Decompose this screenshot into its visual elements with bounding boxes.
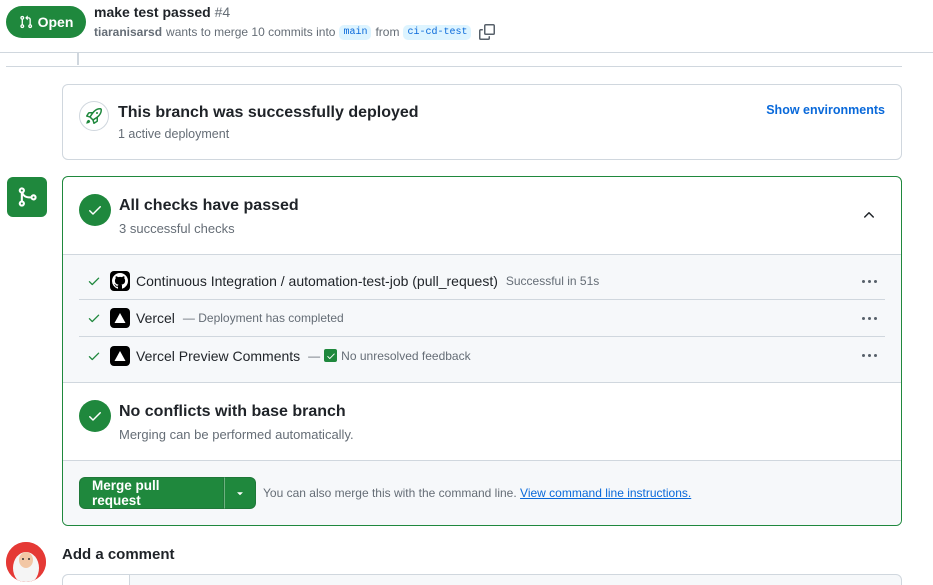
deployment-icon-wrap bbox=[79, 101, 109, 131]
pr-state-label: Open bbox=[37, 14, 74, 30]
kebab-icon[interactable] bbox=[857, 309, 881, 327]
check-icon bbox=[89, 412, 101, 421]
merge-status-icon bbox=[7, 177, 47, 217]
rocket-icon bbox=[86, 108, 102, 124]
tab-write[interactable] bbox=[63, 575, 130, 585]
check-description: Successful in 51s bbox=[505, 274, 600, 288]
check-description: — Deployment has completed bbox=[182, 311, 344, 325]
command-line-instructions-link[interactable]: View command line instructions. bbox=[520, 486, 691, 500]
head-branch[interactable]: ci-cd-test bbox=[403, 24, 472, 40]
merge-pull-request-button[interactable]: Merge pull request bbox=[79, 477, 224, 509]
kebab-icon[interactable] bbox=[857, 272, 881, 290]
check-icon bbox=[88, 277, 100, 286]
merge-hint-text: You can also merge this with the command… bbox=[263, 486, 517, 500]
chevron-up-icon[interactable] bbox=[861, 207, 877, 223]
merge-options-dropdown[interactable] bbox=[224, 477, 256, 509]
pr-meta-text: wants to merge 10 commits into bbox=[166, 25, 336, 39]
checks-passed-icon bbox=[79, 194, 111, 226]
conflicts-title: No conflicts with base branch bbox=[119, 403, 346, 420]
checks-subtitle: 3 successful checks bbox=[119, 221, 235, 236]
base-branch[interactable]: main bbox=[339, 24, 372, 40]
pr-number: #4 bbox=[214, 4, 231, 20]
deployment-box: This branch was successfully deployed 1 … bbox=[62, 84, 902, 160]
check-description: — No unresolved feedback bbox=[308, 349, 470, 363]
vercel-icon bbox=[110, 308, 130, 328]
checks-header[interactable]: All checks have passed 3 successful chec… bbox=[63, 177, 901, 255]
merge-hint: You can also merge this with the command… bbox=[263, 486, 691, 500]
pr-meta: tiaranisarsd wants to merge 10 commits i… bbox=[94, 24, 496, 40]
add-comment-heading: Add a comment bbox=[62, 546, 175, 563]
deployment-subtitle: 1 active deployment bbox=[118, 127, 230, 141]
check-icon bbox=[89, 206, 101, 215]
merge-button-group: Merge pull request bbox=[79, 477, 256, 509]
pr-title-text: make test passed bbox=[94, 4, 211, 20]
checks-title: All checks have passed bbox=[119, 197, 299, 214]
triangle-down-icon bbox=[237, 492, 243, 496]
kebab-icon[interactable] bbox=[857, 346, 881, 364]
check-icon bbox=[88, 352, 100, 360]
deployment-title: This branch was successfully deployed bbox=[118, 104, 419, 121]
check-description-prefix: — bbox=[308, 348, 321, 363]
merge-box: All checks have passed 3 successful chec… bbox=[62, 176, 902, 526]
checks-list: Continuous Integration / automation-test… bbox=[63, 255, 901, 383]
show-environments-link[interactable]: Show environments bbox=[766, 103, 885, 117]
no-conflicts-icon bbox=[79, 400, 111, 432]
checkbox-checked-icon bbox=[324, 349, 338, 362]
divider bbox=[6, 66, 902, 67]
check-row[interactable]: Vercel — Deployment has completed bbox=[79, 300, 885, 337]
check-description-text: No unresolved feedback bbox=[341, 348, 471, 363]
check-row[interactable]: Vercel Preview Comments — No unresolved … bbox=[79, 337, 885, 374]
check-icon bbox=[88, 314, 100, 323]
pr-state-badge: Open bbox=[6, 6, 86, 38]
vercel-icon bbox=[110, 345, 130, 366]
pr-author[interactable]: tiaranisarsd bbox=[94, 25, 162, 39]
pull-request-icon bbox=[19, 15, 32, 29]
pr-title: make test passed #4 bbox=[94, 4, 230, 20]
pr-from-text: from bbox=[375, 25, 400, 39]
conflicts-section: No conflicts with base branch Merging ca… bbox=[63, 383, 901, 461]
github-icon bbox=[110, 271, 130, 291]
check-name[interactable]: Vercel bbox=[136, 310, 175, 326]
check-row[interactable]: Continuous Integration / automation-test… bbox=[79, 263, 885, 300]
conflicts-subtitle: Merging can be performed automatically. bbox=[119, 427, 354, 442]
check-name[interactable]: Continuous Integration / automation-test… bbox=[136, 273, 498, 289]
git-merge-icon bbox=[18, 187, 37, 207]
check-name[interactable]: Vercel Preview Comments bbox=[136, 348, 300, 364]
merge-section: Merge pull request You can also merge th… bbox=[63, 461, 901, 525]
copy-icon[interactable] bbox=[479, 24, 496, 40]
pr-header: Open make test passed #4 tiaranisarsd wa… bbox=[0, 0, 933, 53]
timeline-line bbox=[77, 53, 79, 65]
comment-editor[interactable] bbox=[62, 574, 902, 585]
avatar[interactable] bbox=[6, 542, 46, 582]
